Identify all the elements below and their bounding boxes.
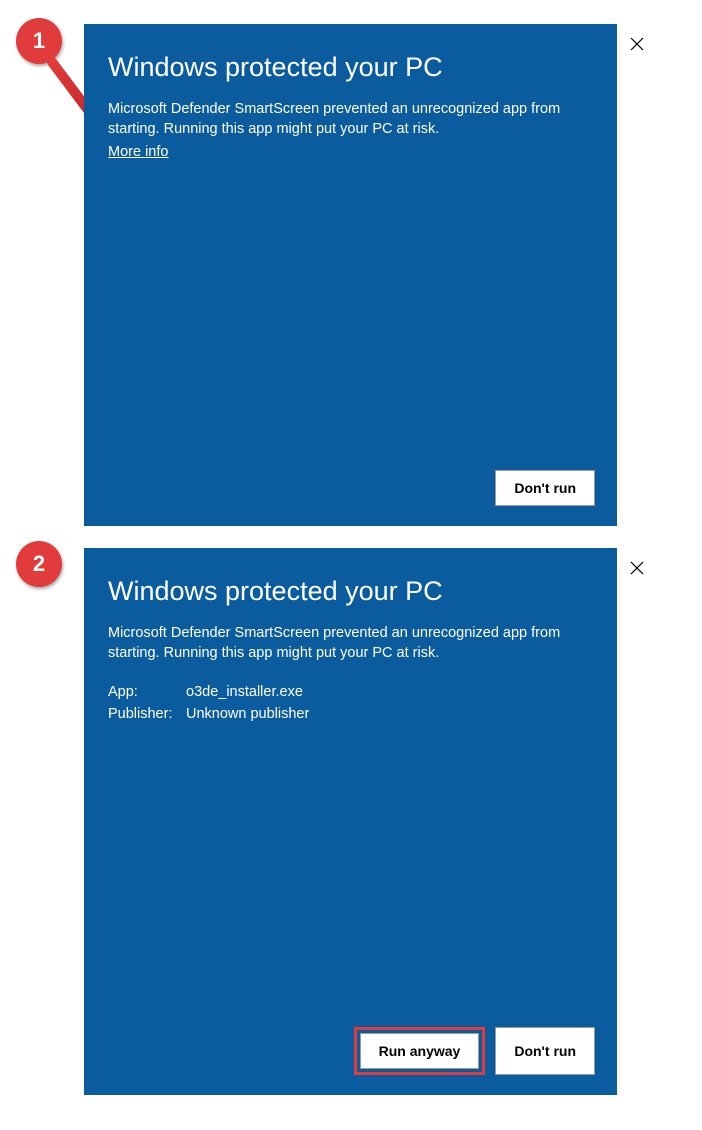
dialog-message: Microsoft Defender SmartScreen prevented… [108, 99, 593, 140]
button-row: Run anyway Don't run [354, 1027, 595, 1075]
step-number: 1 [33, 28, 45, 54]
publisher-label: Publisher: [108, 704, 186, 724]
dialog-body: Microsoft Defender SmartScreen prevented… [84, 623, 617, 724]
run-anyway-highlight: Run anyway [354, 1027, 486, 1075]
dont-run-button[interactable]: Don't run [495, 1027, 595, 1075]
dialog-message: Microsoft Defender SmartScreen prevented… [108, 623, 593, 664]
step-badge-2: 2 [16, 541, 62, 587]
close-icon [630, 561, 644, 575]
app-row: App: o3de_installer.exe [108, 682, 593, 702]
dialog-body: Microsoft Defender SmartScreen prevented… [84, 99, 617, 162]
app-label: App: [108, 682, 186, 702]
smartscreen-dialog-2: Windows protected your PC Microsoft Defe… [84, 548, 617, 1095]
app-value: o3de_installer.exe [186, 682, 303, 702]
close-button[interactable] [617, 24, 657, 64]
close-button[interactable] [617, 548, 657, 588]
step-number: 2 [33, 551, 45, 577]
more-info-link[interactable]: More info [108, 142, 168, 162]
publisher-value: Unknown publisher [186, 704, 309, 724]
app-details: App: o3de_installer.exe Publisher: Unkno… [108, 682, 593, 725]
publisher-row: Publisher: Unknown publisher [108, 704, 593, 724]
close-icon [630, 37, 644, 51]
smartscreen-dialog-1: Windows protected your PC Microsoft Defe… [84, 24, 617, 526]
run-anyway-button[interactable]: Run anyway [360, 1033, 480, 1069]
dialog-title: Windows protected your PC [84, 548, 617, 623]
dont-run-button[interactable]: Don't run [495, 470, 595, 506]
dialog-title: Windows protected your PC [84, 24, 617, 99]
button-row: Don't run [495, 470, 595, 506]
